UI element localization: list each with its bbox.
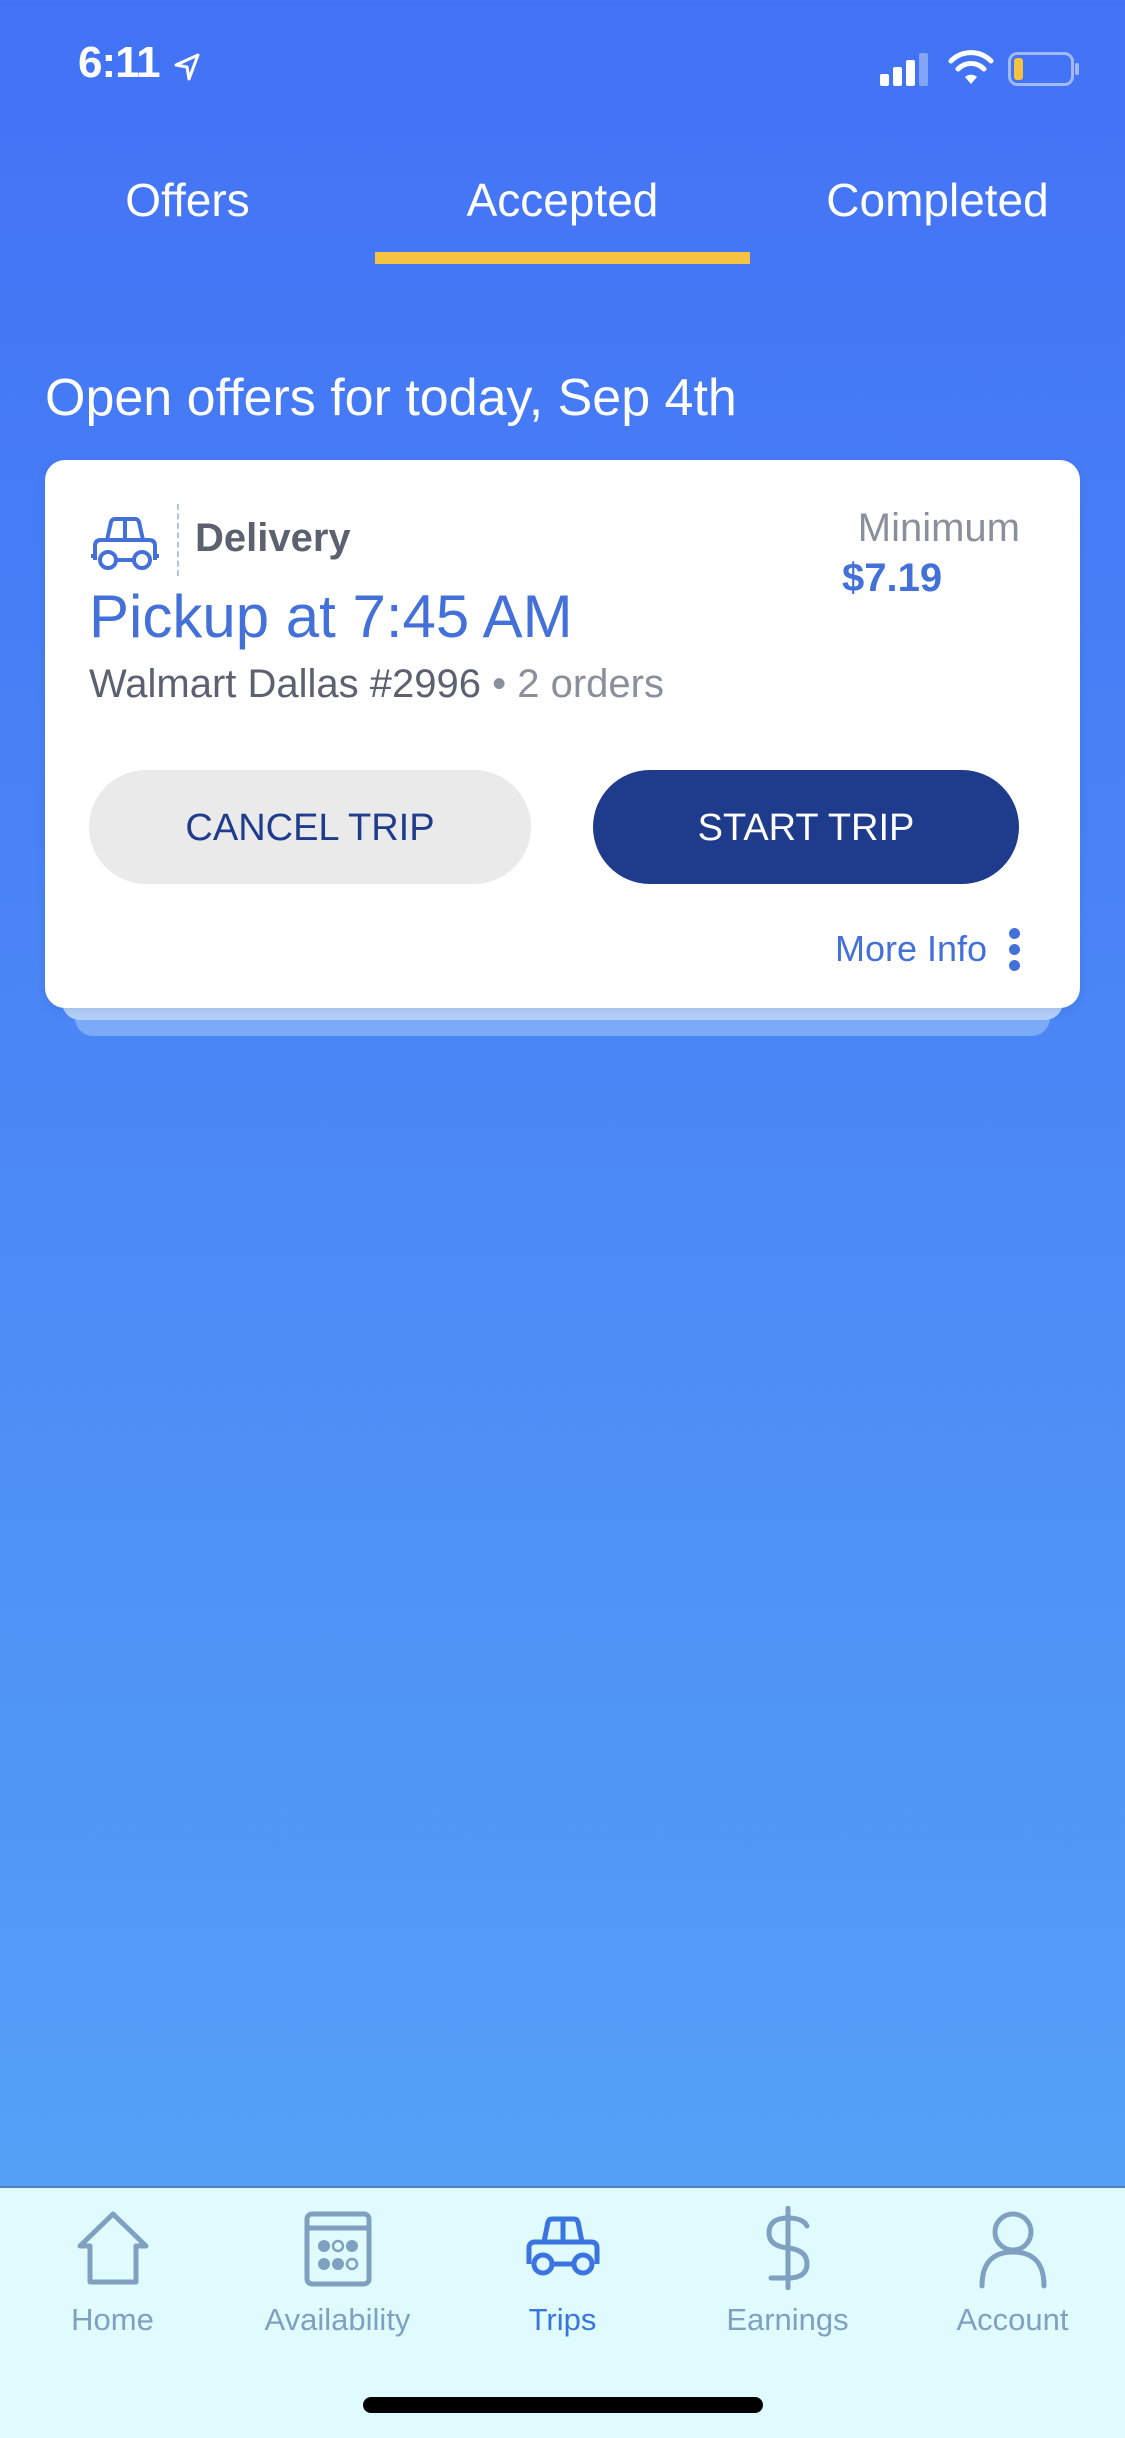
nav-availability[interactable]: Availability bbox=[225, 2206, 450, 2356]
tab-completed[interactable]: Completed bbox=[750, 160, 1125, 270]
trip-type: Delivery bbox=[195, 516, 351, 560]
status-bar: 6:11 bbox=[0, 0, 1125, 130]
trip-tabs: Offers Accepted Completed bbox=[0, 160, 1125, 270]
nav-earnings[interactable]: Earnings bbox=[675, 2206, 900, 2356]
signal-icon bbox=[880, 53, 928, 86]
minimum-label: Minimum bbox=[858, 506, 1020, 551]
nav-label: Earnings bbox=[726, 2302, 849, 2337]
tab-offers[interactable]: Offers bbox=[0, 160, 375, 270]
dollar-icon bbox=[765, 2206, 810, 2290]
nav-label: Account bbox=[956, 2302, 1069, 2337]
pickup-time: Pickup at 7:45 AM bbox=[89, 583, 573, 650]
divider bbox=[177, 504, 179, 576]
nav-label: Trips bbox=[528, 2302, 597, 2337]
status-time: 6:11 bbox=[78, 38, 161, 87]
car-icon bbox=[91, 517, 159, 570]
nav-label: Availability bbox=[264, 2302, 411, 2337]
section-heading: Open offers for today, Sep 4th bbox=[45, 369, 737, 427]
person-icon bbox=[979, 2211, 1046, 2289]
location-arrow-icon bbox=[174, 53, 200, 81]
more-info-link[interactable]: More Info bbox=[835, 928, 987, 970]
trip-card: Delivery Minimum $7.19 Pickup at 7:45 AM… bbox=[45, 460, 1080, 1008]
battery-low-icon bbox=[1008, 52, 1079, 86]
car-icon bbox=[526, 2216, 599, 2276]
minimum-value: $7.19 bbox=[842, 556, 943, 600]
wifi-icon bbox=[948, 50, 994, 84]
nav-trips[interactable]: Trips bbox=[450, 2206, 675, 2356]
home-indicator bbox=[363, 2397, 763, 2413]
store-name: Walmart Dallas #2996 bbox=[89, 662, 482, 706]
home-icon bbox=[77, 2211, 148, 2285]
minimum-label-text: Minimum bbox=[857, 506, 1020, 550]
store-line: Walmart Dallas #2996 • 2 orders bbox=[89, 662, 664, 707]
more-options-icon[interactable] bbox=[1009, 928, 1021, 972]
order-count: • 2 orders bbox=[492, 662, 664, 706]
nav-label: Home bbox=[71, 2302, 154, 2337]
nav-home[interactable]: Home bbox=[0, 2206, 225, 2356]
start-trip-button[interactable]: START TRIP bbox=[593, 770, 1019, 884]
cancel-trip-button[interactable]: CANCEL TRIP bbox=[89, 770, 531, 884]
calendar-icon bbox=[304, 2211, 371, 2287]
active-tab-indicator bbox=[375, 252, 750, 264]
nav-account[interactable]: Account bbox=[900, 2206, 1125, 2356]
